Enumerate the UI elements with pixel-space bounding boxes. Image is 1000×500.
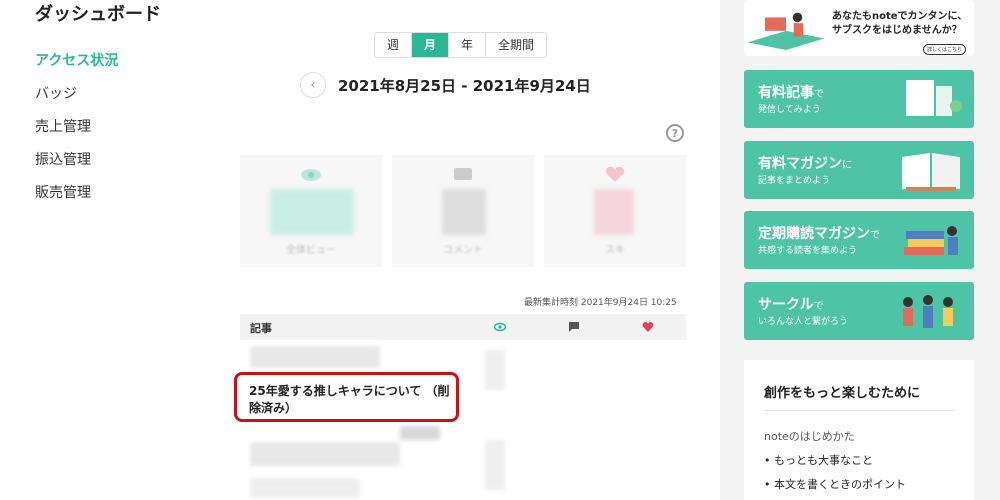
stat-card-views: 全体ビュー <box>240 155 382 267</box>
link-getting-started[interactable]: noteのはじめかた <box>764 428 855 444</box>
help-icon[interactable]: ? <box>666 124 684 142</box>
banner-title: 有料記事で <box>758 85 824 101</box>
blurred-row <box>250 478 360 498</box>
sidebar-item-badge[interactable]: バッジ <box>35 83 77 103</box>
tab-year[interactable]: 年 <box>449 33 487 57</box>
side-box-title: 創作をもっと楽しむために <box>764 386 921 401</box>
blurred-cell <box>485 440 505 490</box>
banner-paid-magazine[interactable]: 有料マガジンに 記事をまとめよう <box>744 141 974 199</box>
sidebar: ダッシュボード アクセス状況 バッジ 売上管理 振込管理 販売管理 <box>0 0 210 500</box>
banner-sub: 共感する読者を集めよう <box>758 246 858 256</box>
people-illustration-icon <box>903 295 953 328</box>
banner-sub: いろんな人と繋がろう <box>758 317 849 327</box>
banner-top-text: あなたもnoteでカンタンに、サブスクをはじめませんか？ <box>832 11 968 36</box>
chevron-left-icon[interactable]: ‹ <box>300 72 326 98</box>
eye-icon <box>494 322 506 332</box>
blurred-row <box>400 426 440 440</box>
stat-card-likes: スキ <box>544 155 686 267</box>
stat-card-comments: コメント <box>392 155 534 267</box>
blurred-cell <box>485 350 505 390</box>
stat-label: 全体ビュー <box>286 245 336 256</box>
eye-icon <box>301 169 321 181</box>
blurred-row <box>250 442 400 466</box>
desk-illustration-icon <box>747 12 825 50</box>
comment-icon <box>454 168 472 180</box>
period-tabs: 週 月 年 全期間 <box>374 32 548 58</box>
sidebar-item-transfer[interactable]: 振込管理 <box>35 149 91 169</box>
column-article: 記事 <box>250 322 272 335</box>
banner-paid-article[interactable]: 有料記事で 発信してみよう <box>744 70 974 128</box>
blurred-row <box>250 346 380 368</box>
banner-sub: 発信してみよう <box>758 105 821 115</box>
heart-icon <box>605 167 625 182</box>
sidebar-title: ダッシュボード <box>35 4 161 25</box>
blurred-value <box>270 189 354 235</box>
date-range-row: ‹ 2021年8月25日 - 2021年9月24日 <box>300 72 591 98</box>
updated-time: 最新集計時刻 2021年9月24日 10:25 <box>524 298 677 308</box>
main-panel: 週 月 年 全期間 ‹ 2021年8月25日 - 2021年9月24日 ? 全体… <box>210 0 720 500</box>
article-illustration-icon <box>906 80 962 116</box>
sidebar-item-sales-management[interactable]: 販売管理 <box>35 182 91 202</box>
table-header: 記事 <box>240 314 686 340</box>
stat-label: コメント <box>443 245 483 256</box>
sidebar-item-sales[interactable]: 売上管理 <box>35 116 91 136</box>
list-item[interactable]: • 本文を書くときのポイント <box>764 476 906 492</box>
article-title: 25年愛する推しキャラについて （削除済み） <box>249 384 450 415</box>
tab-week[interactable]: 週 <box>375 33 413 57</box>
tab-month[interactable]: 月 <box>412 33 450 57</box>
bookstack-illustration-icon <box>904 226 958 255</box>
list-item[interactable]: • もっとも大事なこと <box>764 452 873 468</box>
highlighted-article[interactable]: 25年愛する推しキャラについて （削除済み） <box>234 372 459 422</box>
banner-top-button[interactable]: 詳しくはこちら <box>922 44 966 55</box>
date-range: 2021年8月25日 - 2021年9月24日 <box>338 76 591 95</box>
banner-title: サークルで <box>758 297 824 313</box>
comment-icon <box>569 322 579 332</box>
banner-title: 有料マガジンに <box>758 156 852 172</box>
banner-title: 定期購読マガジンで <box>758 226 880 242</box>
sidebar-item-access[interactable]: アクセス状況 <box>35 50 118 70</box>
banner-circle[interactable]: サークルで いろんな人と繋がろう <box>744 282 974 340</box>
blurred-value <box>594 189 634 235</box>
divider <box>764 410 954 411</box>
banner-subscription[interactable]: あなたもnoteでカンタンに、サブスクをはじめませんか？ 詳しくはこちら <box>744 0 974 56</box>
tab-all-time[interactable]: 全期間 <box>486 33 547 57</box>
creation-tips-box: 創作をもっと楽しむために noteのはじめかた • もっとも大事なこと • 本文… <box>744 360 974 500</box>
book-illustration-icon <box>902 153 960 191</box>
banner-sub: 記事をまとめよう <box>758 176 831 186</box>
blurred-value <box>442 189 486 235</box>
heart-icon <box>642 322 654 332</box>
stat-label: スキ <box>605 245 625 256</box>
banner-subscription-magazine[interactable]: 定期購読マガジンで 共感する読者を集めよう <box>744 211 974 269</box>
